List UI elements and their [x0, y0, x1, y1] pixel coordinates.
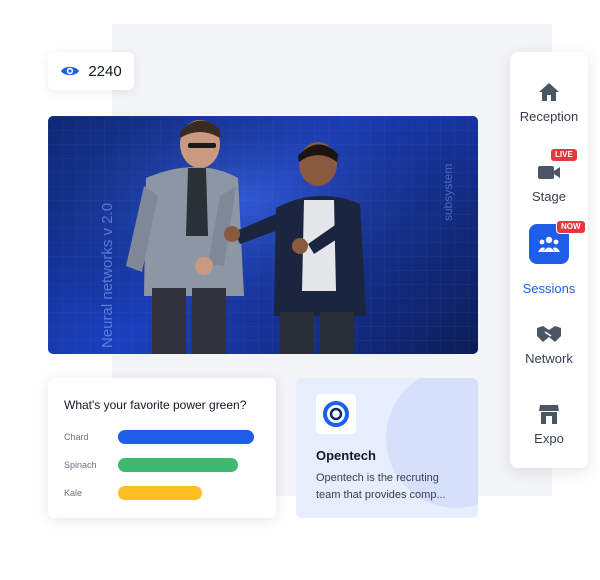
organization-card[interactable]: Opentech Opentech is the recruting team … [296, 378, 478, 518]
home-icon [529, 72, 569, 112]
sidebar-item-expo[interactable]: Expo [510, 394, 588, 466]
sidebar-nav: Reception LIVE Stage NOW Sessions Networ… [510, 52, 588, 468]
sidebar-item-label: Network [525, 351, 573, 366]
eye-icon [60, 64, 80, 78]
live-badge: LIVE [550, 148, 578, 162]
sidebar-item-reception[interactable]: Reception [510, 72, 588, 144]
sidebar-item-label: Stage [532, 189, 566, 204]
screen-text-right: subsystem [441, 164, 455, 221]
sidebar-item-label: Expo [534, 431, 564, 446]
video-player[interactable]: Neural networks v 2.0 subsystem [48, 116, 478, 354]
sidebar-item-sessions[interactable]: NOW Sessions [510, 220, 588, 296]
sidebar-item-stage[interactable]: LIVE Stage [510, 148, 588, 224]
poll-option-label: Kale [64, 488, 83, 498]
poll-option-label: Chard [64, 432, 89, 442]
booth-icon [529, 394, 569, 434]
poll-option-bar[interactable] [118, 430, 254, 444]
sidebar-item-network[interactable]: Network [510, 314, 588, 386]
opentech-logo-icon [316, 394, 356, 434]
poll-question: What's your favorite power green? [64, 398, 247, 412]
screen-text-left: Neural networks v 2.0 [99, 203, 116, 348]
sidebar-item-label: Reception [519, 109, 579, 124]
now-badge: NOW [556, 220, 586, 234]
organization-name: Opentech [316, 448, 376, 463]
poll-option-label: Spinach [64, 460, 97, 470]
sidebar-item-label: Sessions [522, 281, 576, 296]
organization-description: Opentech is the recruting team that prov… [316, 472, 446, 501]
poll-option-bar[interactable] [118, 486, 202, 500]
views-count: 2240 [88, 62, 122, 80]
handshake-icon [529, 314, 569, 354]
poll-option-bar[interactable] [118, 458, 238, 472]
poll-card: What's your favorite power green? Chard … [48, 378, 276, 518]
views-badge: 2240 [48, 52, 134, 90]
